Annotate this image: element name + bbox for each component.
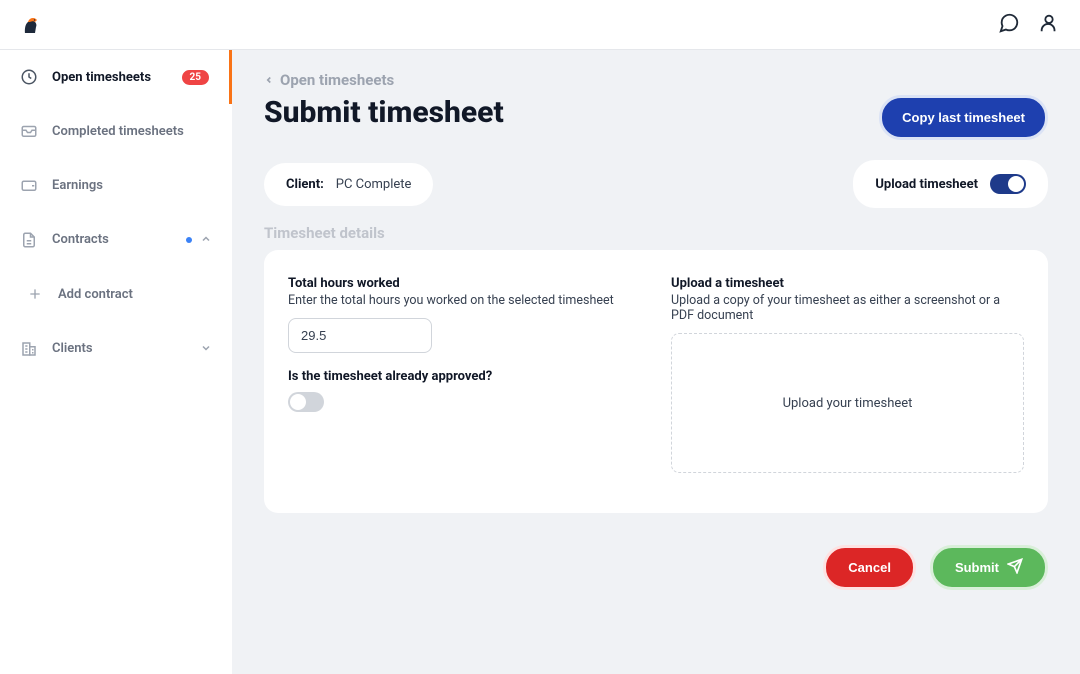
- clock-icon: [20, 68, 38, 86]
- upload-toggle-label: Upload timesheet: [875, 177, 978, 192]
- footer-actions: Cancel Submit: [264, 545, 1048, 590]
- sidebar-item-label: Contracts: [52, 232, 172, 247]
- cancel-button[interactable]: Cancel: [823, 545, 916, 590]
- sidebar-item-label: Earnings: [52, 178, 212, 193]
- chat-icon[interactable]: [998, 12, 1020, 38]
- sidebar-item-add-contract[interactable]: Add contract: [0, 267, 232, 321]
- right-column: Upload a timesheet Upload a copy of your…: [671, 276, 1024, 473]
- sidebar-item-label: Add contract: [58, 287, 212, 302]
- upload-dropzone[interactable]: Upload your timesheet: [671, 333, 1024, 473]
- timesheet-details-card: Total hours worked Enter the total hours…: [264, 250, 1048, 513]
- logo-icon: [20, 13, 44, 37]
- chevron-down-icon: [200, 339, 212, 358]
- sidebar-item-label: Clients: [52, 341, 186, 356]
- left-column: Total hours worked Enter the total hours…: [288, 276, 641, 473]
- submit-label: Submit: [955, 560, 999, 575]
- sidebar-item-completed-timesheets[interactable]: Completed timesheets: [0, 104, 232, 158]
- upload-help: Upload a copy of your timesheet as eithe…: [671, 293, 1024, 323]
- approved-block: Is the timesheet already approved?: [288, 369, 641, 412]
- approved-label: Is the timesheet already approved?: [288, 369, 641, 384]
- total-hours-help: Enter the total hours you worked on the …: [288, 293, 641, 308]
- chevron-left-icon: [264, 71, 274, 89]
- send-icon: [1007, 558, 1023, 577]
- already-approved-toggle[interactable]: [288, 392, 324, 412]
- sidebar-item-label: Open timesheets: [52, 70, 168, 85]
- building-icon: [20, 340, 38, 358]
- sidebar-item-label: Completed timesheets: [52, 124, 212, 139]
- upload-placeholder: Upload your timesheet: [783, 396, 913, 411]
- page-header: Submit timesheet Copy last timesheet: [264, 95, 1048, 140]
- sidebar-item-contracts[interactable]: Contracts: [0, 212, 232, 267]
- sidebar: Open timesheets 25 Completed timesheets …: [0, 50, 232, 674]
- wallet-icon: [20, 176, 38, 194]
- total-hours-label: Total hours worked: [288, 276, 641, 291]
- submit-button[interactable]: Submit: [930, 545, 1048, 590]
- breadcrumb[interactable]: Open timesheets: [264, 71, 394, 89]
- breadcrumb-label: Open timesheets: [280, 71, 394, 89]
- chevron-up-icon: [200, 230, 212, 249]
- sidebar-item-open-timesheets[interactable]: Open timesheets 25: [0, 50, 232, 104]
- plus-icon: [26, 285, 44, 303]
- header-actions: [998, 12, 1060, 38]
- profile-icon[interactable]: [1038, 12, 1060, 38]
- logo: [20, 13, 44, 37]
- toggle-knob: [290, 394, 306, 410]
- open-timesheets-badge: 25: [182, 70, 209, 85]
- page-title: Submit timesheet: [264, 95, 504, 130]
- total-hours-input[interactable]: [288, 318, 432, 353]
- main-content: Open timesheets Submit timesheet Copy la…: [232, 50, 1080, 674]
- client-label: Client:: [286, 177, 324, 192]
- notification-dot-icon: [186, 237, 192, 243]
- upload-label: Upload a timesheet: [671, 276, 1024, 291]
- section-title: Timesheet details: [264, 224, 1048, 242]
- upload-timesheet-toggle[interactable]: [990, 174, 1026, 194]
- copy-last-timesheet-button[interactable]: Copy last timesheet: [879, 95, 1048, 140]
- inbox-icon: [20, 122, 38, 140]
- sidebar-item-clients[interactable]: Clients: [0, 321, 232, 376]
- sidebar-item-earnings[interactable]: Earnings: [0, 158, 232, 212]
- meta-row: Client: PC Complete Upload timesheet: [264, 160, 1048, 208]
- client-value: PC Complete: [336, 177, 412, 192]
- document-icon: [20, 231, 38, 249]
- upload-toggle-pill: Upload timesheet: [853, 160, 1048, 208]
- toggle-knob: [1008, 176, 1024, 192]
- top-header: [0, 0, 1080, 50]
- client-pill: Client: PC Complete: [264, 163, 433, 206]
